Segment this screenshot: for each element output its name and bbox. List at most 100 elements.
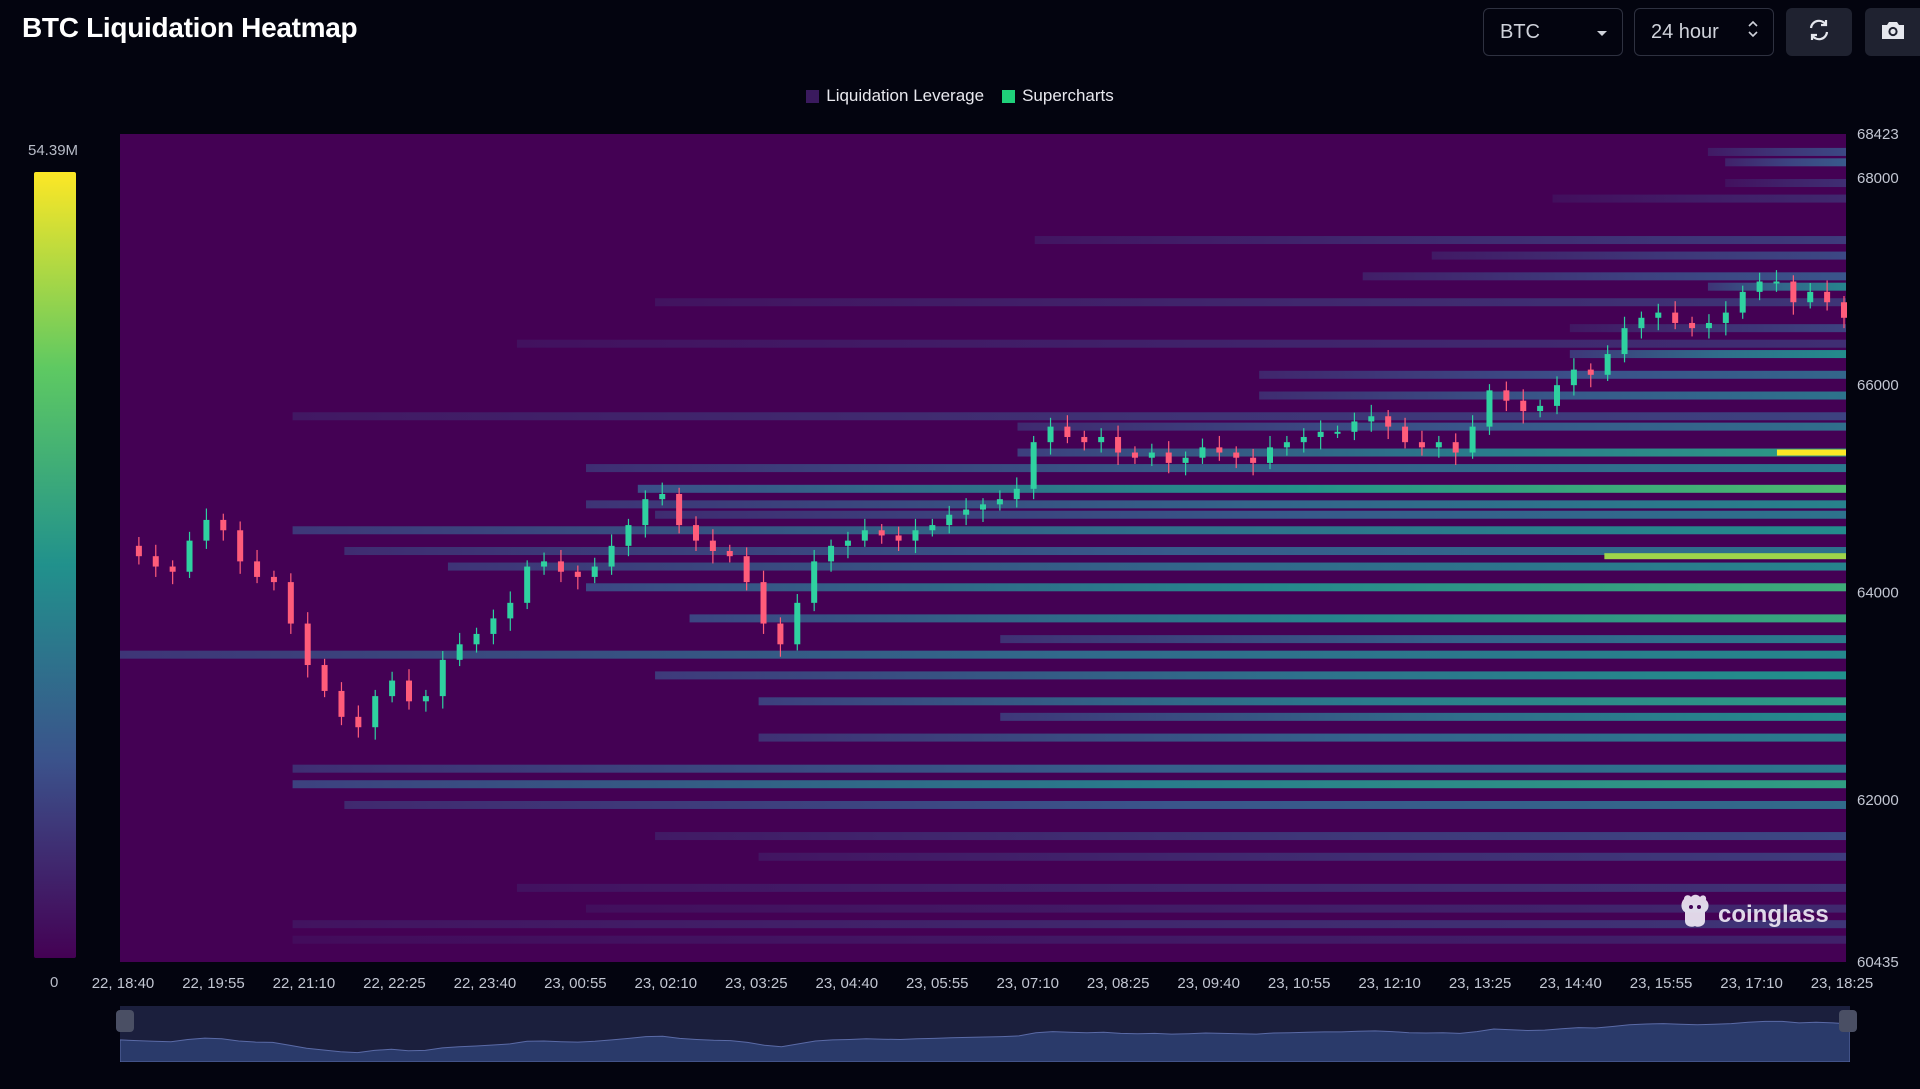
- candle-body: [574, 571, 581, 577]
- x-tick-label: 22, 21:10: [273, 975, 336, 992]
- x-tick-label: 23, 03:25: [725, 975, 788, 992]
- liquidation-band: [1000, 635, 1846, 644]
- liquidation-band: [655, 832, 1846, 841]
- candle-body: [524, 566, 531, 603]
- liquidation-band: [292, 764, 1847, 773]
- y-tick-label: 68423: [1857, 126, 1899, 143]
- liquidation-band: [1017, 422, 1846, 431]
- candle-body: [1216, 447, 1223, 453]
- candle-body: [642, 499, 649, 526]
- coinglass-logo-icon: [1678, 893, 1712, 936]
- candle-body: [321, 665, 328, 691]
- liquidation-band: [655, 671, 1846, 680]
- liquidation-band: [120, 650, 1846, 659]
- liquidation-band: [586, 583, 1846, 592]
- candle-body: [980, 504, 986, 510]
- candle-body: [1030, 442, 1037, 489]
- candle-body: [946, 514, 953, 526]
- candle-body: [1790, 281, 1797, 303]
- candle-body: [1807, 291, 1814, 303]
- candle-body: [591, 566, 598, 577]
- x-tick-label: 23, 13:25: [1449, 975, 1512, 992]
- liquidation-band: [1259, 391, 1846, 400]
- candle-body: [1267, 447, 1273, 463]
- candle-body: [912, 530, 919, 541]
- candle-body: [963, 509, 970, 515]
- candle-body: [625, 525, 632, 546]
- liquidation-band: [447, 562, 1847, 571]
- candle-body: [422, 696, 429, 702]
- liquidation-band: [586, 500, 1846, 509]
- navigator-right-handle[interactable]: [1839, 1010, 1857, 1032]
- candle-body: [1824, 291, 1831, 303]
- x-tick-label: 22, 19:55: [182, 975, 245, 992]
- candle-body: [929, 525, 936, 531]
- candle-body: [355, 716, 362, 728]
- liquidation-band: [1000, 712, 1846, 721]
- candle-body: [1486, 390, 1493, 427]
- x-tick-label: 23, 02:10: [635, 975, 698, 992]
- liquidation-band: [292, 526, 1847, 535]
- candle-body: [1638, 317, 1645, 329]
- liquidation-band: [344, 800, 1846, 809]
- candle-body: [1283, 442, 1290, 448]
- candle-body: [1047, 426, 1054, 443]
- candle-body: [1554, 385, 1560, 406]
- candle-body: [1098, 436, 1105, 443]
- x-tick-label: 23, 18:25: [1811, 975, 1874, 992]
- candle-body: [1739, 291, 1746, 313]
- candle-body: [709, 540, 716, 552]
- x-tick-label: 23, 00:55: [544, 975, 607, 992]
- liquidation-band: [516, 339, 1846, 348]
- liquidation-hotspot: [1776, 449, 1846, 456]
- candle-body: [1672, 312, 1679, 323]
- candle-body: [541, 561, 548, 567]
- candle-body: [304, 623, 311, 666]
- candle-body: [1587, 369, 1594, 375]
- x-tick-label: 23, 12:10: [1358, 975, 1421, 992]
- candle-body: [1570, 369, 1577, 386]
- time-navigator[interactable]: [120, 1006, 1850, 1062]
- candle-body: [1537, 405, 1544, 412]
- candle-body: [878, 530, 885, 536]
- watermark-text: coinglass: [1718, 900, 1829, 928]
- candle-body: [389, 680, 396, 697]
- candle-body: [338, 690, 345, 717]
- candle-body: [1317, 431, 1324, 437]
- heatmap-chart[interactable]: 68423 68000 66000 64000 62000 60435 22, 18:40…: [0, 0, 1920, 1000]
- candle-body: [1064, 426, 1071, 437]
- liquidation-band: [758, 697, 1846, 706]
- y-tick-label: 68000: [1857, 170, 1899, 187]
- y-tick-label: 64000: [1857, 584, 1899, 601]
- candle-body: [439, 659, 446, 697]
- liquidation-band: [1569, 350, 1846, 359]
- candle-body: [1604, 354, 1611, 375]
- candle-body: [1233, 452, 1240, 458]
- liquidation-band: [1707, 147, 1846, 156]
- x-tick-label: 23, 17:10: [1720, 975, 1783, 992]
- candle-body: [1722, 312, 1729, 323]
- y-tick-label: 60435: [1857, 954, 1899, 971]
- liquidation-band: [292, 935, 1847, 944]
- x-tick-label: 23, 09:40: [1177, 975, 1240, 992]
- candle-body: [1368, 416, 1375, 422]
- candle-body: [1520, 400, 1527, 412]
- candle-body: [760, 582, 767, 624]
- candle-body: [1655, 312, 1662, 318]
- candle-body: [608, 545, 615, 567]
- x-tick-label: 22, 23:40: [454, 975, 517, 992]
- candle-body: [186, 540, 193, 572]
- candle-body: [895, 535, 902, 541]
- liquidation-band: [1725, 158, 1846, 167]
- candle-body: [1182, 457, 1189, 463]
- candle-body: [237, 530, 244, 562]
- candle-body: [152, 556, 159, 567]
- candle-body: [1621, 328, 1628, 355]
- liquidation-band: [689, 614, 1846, 623]
- candle-body: [659, 493, 666, 500]
- candle-body: [1351, 421, 1358, 432]
- liquidation-band: [1725, 179, 1846, 188]
- candle-body: [1115, 436, 1122, 453]
- candle-body: [372, 696, 379, 728]
- navigator-left-handle[interactable]: [116, 1010, 134, 1032]
